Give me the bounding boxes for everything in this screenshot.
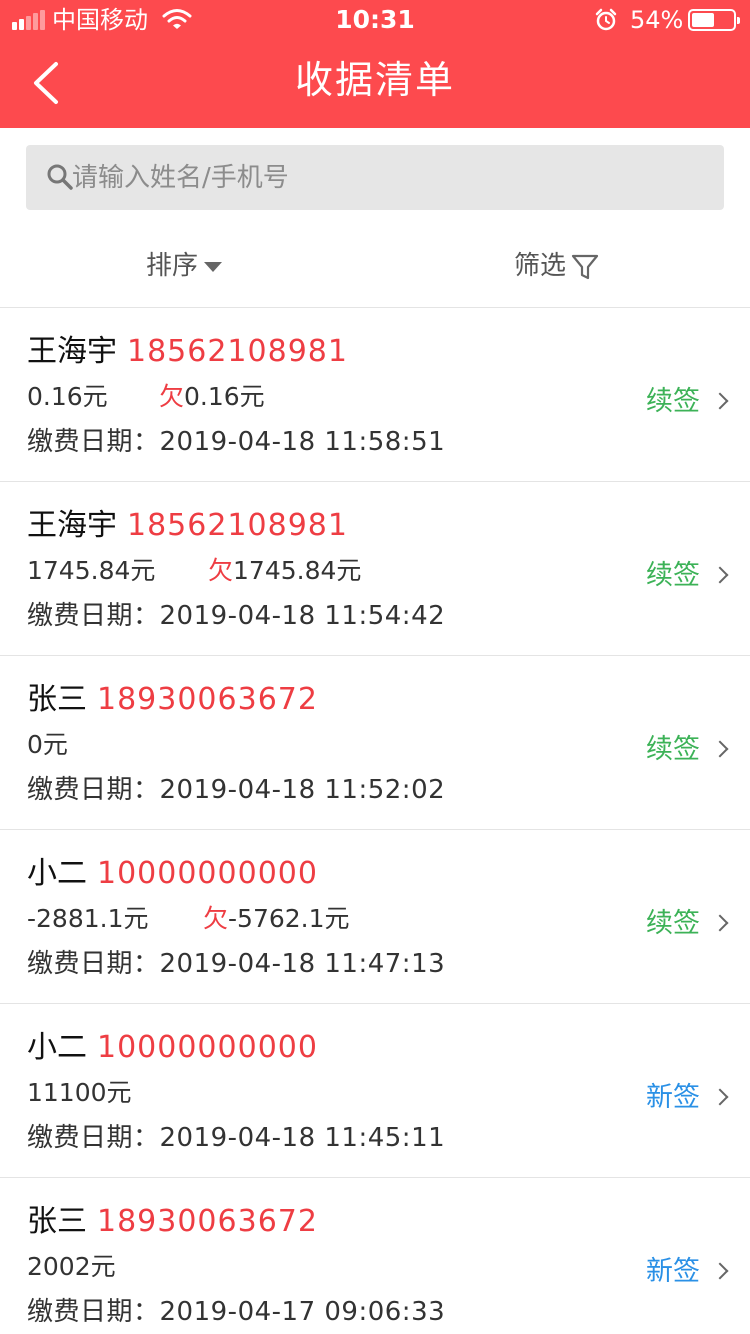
- payer-phone: 10000000000: [97, 856, 318, 891]
- owed-amount: 欠-5762.1元: [203, 902, 350, 936]
- receipt-row[interactable]: 小二 10000000000 -2881.1元 欠-5762.1元 缴费日期：20…: [0, 830, 750, 1004]
- paid-amount: 2002元: [27, 1252, 116, 1281]
- contract-status-link[interactable]: 新签: [646, 1252, 729, 1292]
- payment-date: 2019-04-18 11:45:11: [159, 1123, 446, 1153]
- contract-status-link[interactable]: 新签: [646, 1078, 729, 1118]
- sort-filter-bar: 排序 筛选: [0, 228, 750, 308]
- owed-amount: 欠1745.84元: [208, 554, 361, 588]
- alarm-icon: [595, 8, 617, 31]
- paid-amount: 1745.84元: [27, 556, 156, 585]
- receipt-list: 王海宇 18562108981 0.16元 欠0.16元 缴费日期：2019-04…: [0, 308, 750, 1334]
- header-bar: 中国移动 10:31 54% 收据清单: [0, 0, 750, 128]
- contract-status: 新签: [646, 1082, 700, 1113]
- battery-percent: 54%: [630, 6, 684, 34]
- owed-amount: 欠0.16元: [159, 380, 265, 414]
- date-label: 缴费日期：: [27, 1297, 160, 1327]
- payer-name: 张三: [27, 682, 87, 717]
- payer-phone: 18562108981: [127, 508, 348, 543]
- funnel-icon: [571, 254, 599, 279]
- date-label: 缴费日期：: [27, 1123, 160, 1153]
- paid-amount: 0.16元: [27, 382, 108, 411]
- date-label: 缴费日期：: [27, 601, 160, 631]
- payment-date: 2019-04-18 11:58:51: [159, 427, 446, 457]
- battery-fill: [692, 13, 714, 27]
- payment-date: 2019-04-18 11:52:02: [159, 775, 446, 805]
- contract-status-link[interactable]: 续签: [646, 382, 729, 422]
- receipt-row[interactable]: 张三 18930063672 2002元 缴费日期：2019-04-17 09:0…: [0, 1178, 750, 1334]
- payer-name: 张三: [27, 1204, 87, 1239]
- status-bar: 中国移动 10:31 54%: [0, 0, 750, 40]
- paid-amount: 11100元: [27, 1078, 132, 1107]
- chevron-right-icon: [711, 914, 729, 931]
- payer-phone: 18930063672: [97, 682, 318, 717]
- owed-value: 0.16元: [184, 382, 265, 411]
- payment-date: 2019-04-17 09:06:33: [159, 1297, 446, 1327]
- search-icon: [47, 164, 73, 190]
- contract-status: 续签: [646, 386, 700, 417]
- date-label: 缴费日期：: [27, 775, 160, 805]
- owed-prefix: 欠: [159, 382, 185, 411]
- filter-button[interactable]: 筛选: [514, 246, 600, 286]
- owed-prefix: 欠: [203, 904, 229, 933]
- date-label: 缴费日期：: [27, 427, 160, 457]
- payer-phone: 10000000000: [97, 1030, 318, 1065]
- payment-date: 2019-04-18 11:54:42: [159, 601, 446, 631]
- search-input[interactable]: [72, 145, 712, 210]
- contract-status-link[interactable]: 续签: [646, 730, 729, 770]
- contract-status: 新签: [646, 1256, 700, 1287]
- chevron-right-icon: [711, 740, 729, 757]
- owed-value: -5762.1元: [228, 904, 350, 933]
- chevron-right-icon: [711, 1262, 729, 1279]
- chevron-right-icon: [711, 392, 729, 409]
- sort-label: 排序: [146, 251, 199, 281]
- contract-status-link[interactable]: 续签: [646, 556, 729, 596]
- date-label: 缴费日期：: [27, 949, 160, 979]
- payment-date: 2019-04-18 11:47:13: [159, 949, 446, 979]
- chevron-right-icon: [711, 1088, 729, 1105]
- filter-label: 筛选: [514, 251, 567, 281]
- page-title: 收据清单: [294, 58, 455, 102]
- payer-name: 王海宇: [27, 508, 117, 543]
- receipt-row[interactable]: 王海宇 18562108981 1745.84元 欠1745.84元 缴费日期：2…: [0, 482, 750, 656]
- owed-prefix: 欠: [208, 556, 234, 585]
- payer-name: 小二: [27, 856, 87, 891]
- contract-status: 续签: [646, 560, 700, 591]
- payer-name: 小二: [27, 1030, 87, 1065]
- receipt-row[interactable]: 小二 10000000000 11100元 缴费日期：2019-04-18 11:…: [0, 1004, 750, 1178]
- payer-phone: 18930063672: [97, 1204, 318, 1239]
- caret-down-icon: [204, 261, 223, 272]
- paid-amount: 0元: [27, 730, 68, 759]
- payer-phone: 18562108981: [127, 334, 348, 369]
- paid-amount: -2881.1元: [27, 904, 149, 933]
- contract-status: 续签: [646, 734, 700, 765]
- payer-name: 王海宇: [27, 334, 117, 369]
- owed-value: 1745.84元: [233, 556, 362, 585]
- battery-icon: [688, 9, 740, 31]
- search-bar[interactable]: [26, 145, 724, 210]
- contract-status: 续签: [646, 908, 700, 939]
- receipt-row[interactable]: 王海宇 18562108981 0.16元 欠0.16元 缴费日期：2019-04…: [0, 308, 750, 482]
- sort-button[interactable]: 排序: [146, 246, 223, 286]
- contract-status-link[interactable]: 续签: [646, 904, 729, 944]
- receipt-row[interactable]: 张三 18930063672 0元 缴费日期：2019-04-18 11:52:0…: [0, 656, 750, 830]
- chevron-right-icon: [711, 566, 729, 583]
